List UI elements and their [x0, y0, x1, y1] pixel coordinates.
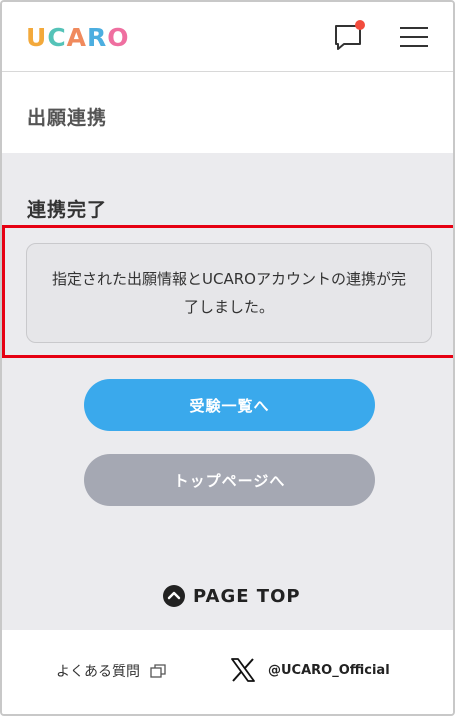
ucaro-logo[interactable]: U C A R O: [26, 23, 130, 52]
speech-bubble-icon: [335, 20, 365, 50]
completion-message-box: 指定された出願情報とUCAROアカウントの連携が完了しました。: [26, 243, 432, 343]
logo-letter-o: O: [107, 23, 130, 52]
message-button[interactable]: [333, 20, 365, 52]
logo-letter-a: A: [66, 23, 88, 52]
chevron-up-circle-icon: [163, 585, 185, 607]
app-frame: U C A R O 出願連携 連携完了 指定された出願情報とUCAROアカウント…: [0, 0, 455, 716]
title-bar: 出願連携: [2, 73, 453, 153]
logo-letter-u: U: [26, 23, 48, 52]
site-footer: よくある質問 @UCARO_Official: [2, 630, 453, 714]
site-header: U C A R O: [2, 2, 453, 72]
x-logo-icon: [231, 658, 255, 682]
completion-message: 指定された出願情報とUCAROアカウントの連携が完了しました。: [52, 270, 406, 316]
external-link-icon: [150, 664, 166, 678]
menu-button[interactable]: [400, 24, 428, 50]
exam-list-button[interactable]: 受験一覧へ: [84, 379, 375, 431]
hamburger-icon: [400, 27, 428, 47]
notification-dot: [355, 20, 365, 30]
faq-link[interactable]: よくある質問: [56, 661, 166, 681]
section-title: 連携完了: [27, 199, 108, 221]
x-handle: @UCARO_Official: [268, 662, 390, 678]
page-title: 出願連携: [27, 107, 108, 129]
faq-label: よくある質問: [56, 664, 140, 680]
logo-letter-r: R: [87, 23, 108, 52]
main-content: 連携完了 指定された出願情報とUCAROアカウントの連携が完了しました。 受験一…: [2, 153, 453, 630]
page-top-link[interactable]: PAGE TOP: [163, 585, 301, 607]
x-account-link[interactable]: @UCARO_Official: [230, 657, 390, 683]
page-top-label: PAGE TOP: [193, 585, 301, 607]
logo-letter-c: C: [47, 23, 67, 52]
top-page-button[interactable]: トップページへ: [84, 454, 375, 506]
